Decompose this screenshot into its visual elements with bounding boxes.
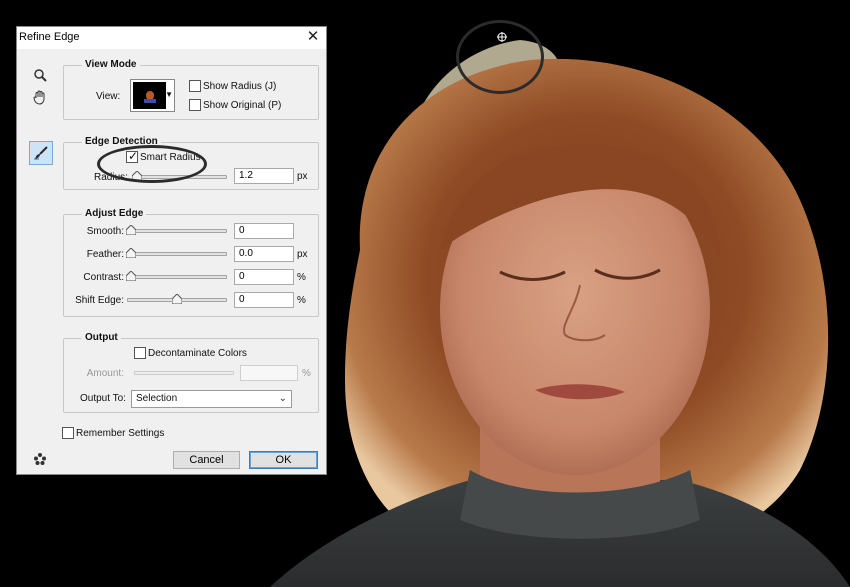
smooth-slider-thumb[interactable] [126, 225, 136, 235]
smooth-label: Smooth: [86, 226, 124, 237]
shift-edge-unit: % [297, 295, 306, 306]
contrast-slider[interactable] [127, 275, 227, 279]
title-bar: Refine Edge ✕ [17, 27, 326, 49]
view-mode-group: View Mode View: ▼ Show Radius (J) Show O… [63, 59, 319, 120]
radius-unit: px [297, 171, 308, 182]
contrast-slider-thumb[interactable] [126, 271, 136, 281]
refine-radius-brush-icon[interactable] [29, 141, 53, 165]
shift-edge-slider-thumb[interactable] [172, 294, 182, 304]
amount-unit: % [302, 368, 311, 379]
output-group: Output Decontaminate Colors Amount: % Ou… [63, 332, 319, 413]
view-mode-dropdown[interactable]: ▼ [130, 79, 175, 112]
smart-radius-highlight-ring [97, 145, 207, 183]
view-mode-legend: View Mode [82, 59, 140, 70]
feather-unit: px [297, 249, 308, 260]
crosshair-icon [496, 31, 508, 43]
shift-edge-input[interactable]: 0 [234, 292, 294, 308]
show-original-label: Show Original (P) [203, 100, 282, 111]
cancel-button[interactable]: Cancel [173, 451, 240, 469]
contrast-label: Contrast: [83, 272, 124, 283]
remember-settings-label: Remember Settings [76, 428, 165, 439]
hand-icon[interactable] [29, 86, 51, 108]
decontaminate-colors-label: Decontaminate Colors [148, 348, 247, 359]
feather-input[interactable]: 0.0 [234, 246, 294, 262]
close-icon[interactable]: ✕ [306, 28, 320, 46]
amount-label: Amount: [86, 368, 124, 379]
output-to-select[interactable]: Selection ⌄ [131, 390, 292, 408]
amount-input[interactable] [240, 365, 298, 381]
feather-slider-thumb[interactable] [126, 248, 136, 258]
smooth-input[interactable]: 0 [234, 223, 294, 239]
view-label: View: [96, 91, 121, 102]
output-legend: Output [82, 332, 121, 343]
radius-input[interactable]: 1.2 [234, 168, 294, 184]
settings-icon[interactable] [29, 448, 51, 470]
view-thumbnail [133, 82, 166, 109]
feather-label: Feather: [86, 249, 124, 260]
chevron-down-icon: ▼ [165, 90, 173, 99]
show-radius-label: Show Radius (J) [203, 81, 277, 92]
output-to-label: Output To: [80, 393, 126, 404]
ok-button[interactable]: OK [249, 451, 318, 469]
decontaminate-colors-checkbox[interactable] [134, 347, 146, 359]
shift-edge-label: Shift Edge: [75, 295, 124, 306]
contrast-unit: % [297, 272, 306, 283]
smooth-slider[interactable] [127, 229, 227, 233]
show-original-checkbox[interactable] [189, 99, 201, 111]
show-radius-checkbox[interactable] [189, 80, 201, 92]
adjust-edge-legend: Adjust Edge [82, 208, 147, 219]
refine-edge-dialog: Refine Edge ✕ View Mode View: ▼ Show Rad… [16, 26, 327, 475]
contrast-input[interactable]: 0 [234, 269, 294, 285]
amount-slider[interactable] [134, 371, 234, 375]
zoom-icon[interactable] [29, 64, 51, 86]
remember-settings-checkbox[interactable] [62, 427, 74, 439]
chevron-down-icon: ⌄ [278, 393, 287, 404]
dialog-title: Refine Edge [19, 31, 80, 43]
output-to-value: Selection [136, 393, 178, 404]
adjust-edge-group: Adjust Edge Smooth: 0 Feather: 0.0 px Co… [63, 208, 319, 317]
feather-slider[interactable] [127, 252, 227, 256]
